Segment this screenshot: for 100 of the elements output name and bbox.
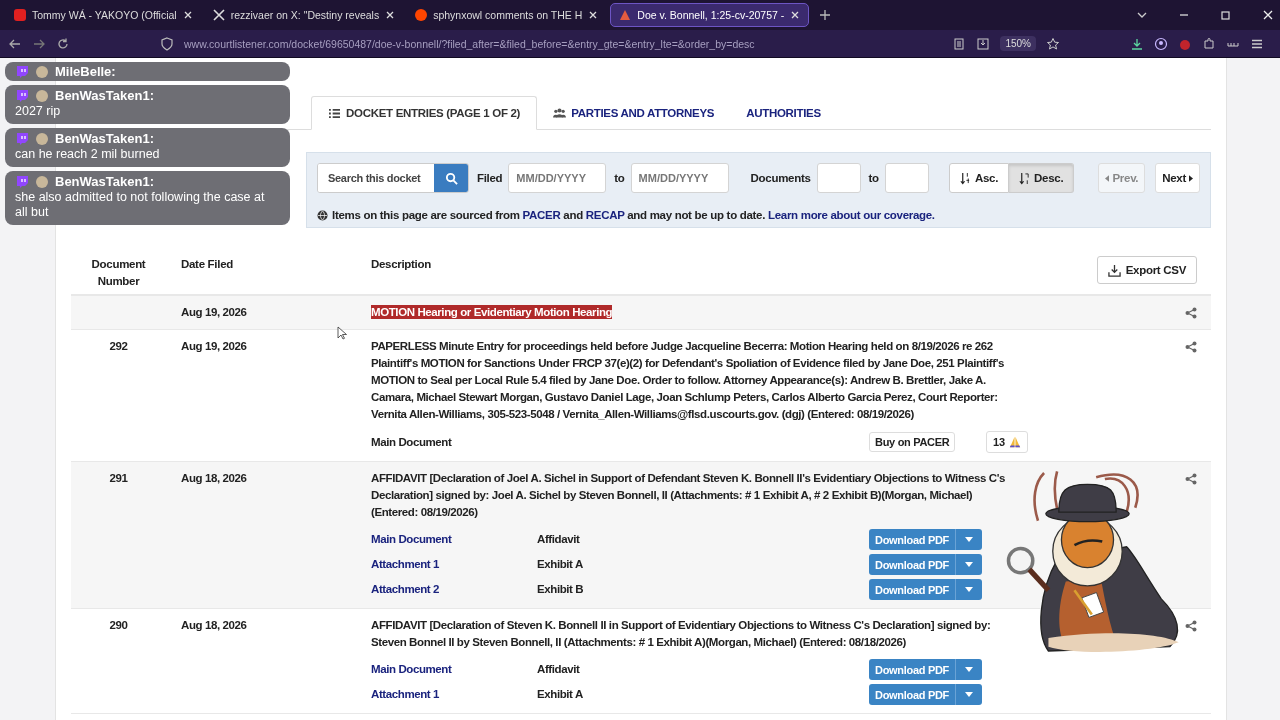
share-icon[interactable] (1185, 307, 1197, 319)
to-label: to (868, 172, 879, 184)
dropdown-toggle[interactable] (956, 554, 982, 575)
download-pdf-button[interactable]: Download PDF (869, 684, 956, 705)
praying-hands-icon (1009, 436, 1022, 448)
docket-tab[interactable]: PARTIES AND ATTORNEYS (537, 96, 731, 129)
caret-icon (965, 587, 973, 592)
document-link[interactable]: Main Document (371, 531, 537, 548)
browser-tab[interactable]: Tommy WÁ - YAKOYO (Official (6, 4, 201, 26)
share-icon[interactable] (1185, 341, 1197, 353)
browser-tab[interactable]: Doe v. Bonnell, 1:25-cv-20757 - (610, 3, 810, 27)
share-icon[interactable] (1185, 620, 1197, 632)
search-button[interactable] (434, 164, 468, 192)
download-pdf-button[interactable]: Download PDF (869, 529, 956, 550)
sort-descending-icon (1019, 171, 1031, 185)
download-icon[interactable] (1130, 36, 1144, 51)
browser-tab[interactable]: rezzivaer on X: "Destiny reveals (204, 4, 404, 26)
caret-icon (965, 667, 973, 672)
notice-link[interactable]: PACER (522, 209, 561, 221)
dropdown-toggle[interactable] (956, 529, 982, 550)
close-icon[interactable] (182, 10, 193, 20)
zoom-level[interactable]: 150% (1000, 36, 1036, 51)
reader-view-icon[interactable] (952, 36, 967, 51)
chat-username: MileBelle: (55, 64, 116, 79)
date-filed: Aug 18, 2026 (181, 618, 247, 633)
users-icon (553, 107, 567, 118)
documents-label: Documents (750, 172, 811, 184)
sort-ascending-icon (960, 171, 971, 185)
document-to-field[interactable] (884, 163, 929, 193)
chat-text: can he reach 2 mil burned (15, 147, 161, 162)
caret-icon (965, 537, 973, 542)
sort-ascending-button[interactable]: Asc. (949, 163, 1010, 193)
docket-tab[interactable]: DOCKET ENTRIES (PAGE 1 OF 2) (311, 96, 538, 130)
chat-username: BenWasTaken1: (55, 88, 154, 103)
puzzle-icon[interactable] (1202, 36, 1216, 51)
dropdown-toggle[interactable] (956, 659, 982, 680)
filed-label: Filed (477, 172, 503, 184)
download-pdf-button[interactable]: Download PDF (869, 659, 956, 680)
column-header: Description (371, 257, 432, 272)
date-to-field[interactable]: MM/DD/YYYY (630, 163, 729, 193)
chat-text: 2027 rip (15, 104, 62, 119)
document-label: Main Document (371, 434, 453, 450)
twitch-icon (15, 174, 29, 189)
download-pdf-button[interactable]: Download PDF (869, 579, 956, 600)
close-icon[interactable] (790, 10, 801, 20)
search-field[interactable]: Search this docket (317, 163, 469, 193)
chat-text: she also admitted to not following the case at all but (15, 190, 266, 220)
docket-tab[interactable]: AUTHORITIES (730, 96, 837, 129)
download-icon (1107, 263, 1121, 277)
close-icon[interactable] (385, 10, 396, 20)
avatar-icon (35, 174, 49, 189)
dropdown-toggle[interactable] (956, 579, 982, 600)
reload-icon[interactable] (56, 36, 70, 51)
date-filed: Aug 19, 2026 (181, 305, 247, 320)
twitch-icon (15, 131, 29, 146)
restore-icon[interactable] (1220, 9, 1232, 21)
document-number: 291 (109, 471, 128, 486)
notice-link[interactable]: RECAP (585, 209, 625, 221)
save-page-icon[interactable] (976, 36, 991, 51)
document-link[interactable]: Attachment 1 (371, 556, 537, 573)
globe-icon (317, 209, 328, 221)
warning-icon (619, 9, 632, 21)
search-icon (444, 171, 458, 185)
document-link[interactable]: Attachment 1 (371, 686, 537, 703)
close-icon[interactable] (588, 10, 599, 20)
url-text: www.courtlistener.com/docket/69650487/doe-v-bonnell/?filed_after=&filed_before=&entry_gte=&entry_lte=&order_by=desc (184, 37, 755, 50)
document-from-field[interactable] (816, 163, 861, 193)
to-label: to (614, 172, 625, 184)
entry-description: AFFIDAVIT [Declaration of Steven K. Bonnell II in Support of Evidentiary Objections to Witness C's Declaration] signed by: Steven Bonnel II by Steven Bonnell, II (Attachments: # 1 Exhibit A)(Morgan, Michael) (Entered: 08/18/2026) (371, 618, 992, 650)
twitch-icon (15, 88, 29, 103)
date-filed: Aug 18, 2026 (181, 471, 247, 486)
star-icon[interactable] (1046, 36, 1060, 51)
document-link[interactable]: Attachment 2 (371, 581, 537, 598)
account-icon[interactable] (1154, 36, 1168, 51)
coverage-notice: Items on this page are sourced from PACER and RECAP and may not be up to date. Learn more about our coverage. (332, 209, 935, 221)
caret-icon (965, 692, 973, 697)
browser-tab[interactable]: sphynxowl comments on THE H (407, 4, 607, 26)
document-link[interactable]: Main Document (371, 661, 537, 678)
download-pdf-button[interactable]: Download PDF (869, 554, 956, 575)
close-icon[interactable] (1262, 9, 1274, 21)
notice-link[interactable]: Learn more about our coverage. (768, 209, 935, 221)
document-number: 290 (109, 618, 128, 633)
next-page-button[interactable]: Next (1155, 163, 1200, 193)
document-type: Affidavit (537, 533, 580, 545)
dropdown-toggle[interactable] (956, 684, 982, 705)
share-icon[interactable] (1185, 473, 1197, 485)
shield-icon (160, 36, 174, 51)
date-filed: Aug 19, 2026 (181, 339, 247, 354)
document-type: Exhibit A (537, 688, 583, 700)
export-csv-button[interactable]: Export CSV (1096, 256, 1197, 284)
caret-left-icon (1105, 174, 1110, 182)
avatar-icon (35, 64, 49, 79)
buy-on-pacer-button[interactable]: Buy on PACER (869, 432, 956, 452)
new-tab-icon[interactable] (819, 9, 832, 21)
twitch-icon (15, 64, 29, 79)
document-type: Exhibit A (537, 558, 583, 570)
caret-right-icon (1189, 174, 1193, 182)
request-count-button[interactable]: 13 (986, 431, 1029, 453)
sort-descending-button[interactable]: Desc. (1009, 163, 1075, 193)
date-from-field[interactable]: MM/DD/YYYY (508, 163, 607, 193)
